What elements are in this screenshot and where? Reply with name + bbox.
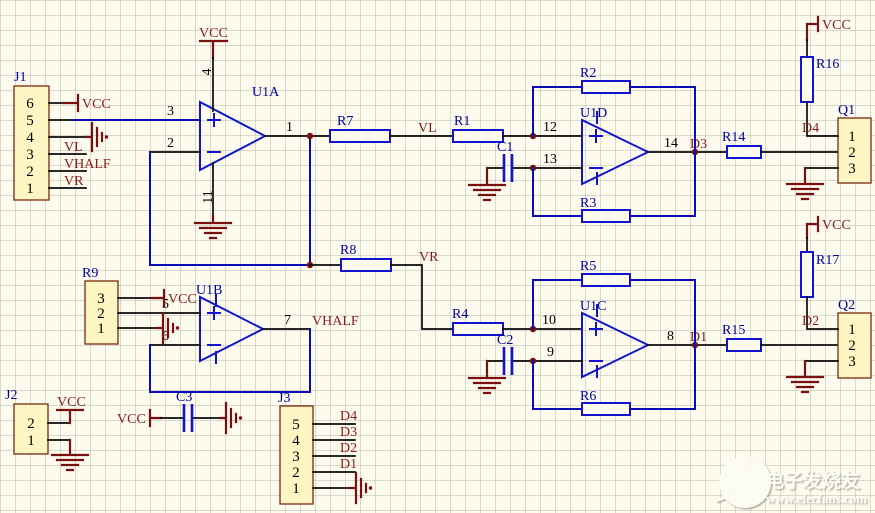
designator: J2 (5, 388, 17, 403)
designator: Q2 (838, 298, 855, 313)
pin-number: 5 (26, 113, 34, 129)
designator: R17 (816, 253, 839, 268)
pin-number: 10 (542, 313, 556, 328)
pin-number: 1 (97, 321, 105, 337)
pin-number: 1 (286, 120, 293, 135)
resistor-body (582, 210, 630, 222)
pin-number: 2 (167, 136, 174, 151)
pin-number: 2 (848, 338, 856, 354)
designator: U1B (196, 283, 222, 298)
pin-number: 3 (848, 354, 856, 370)
pin-number: 1 (26, 181, 34, 197)
designator: J1 (14, 70, 26, 85)
pin-number: 5 (292, 417, 300, 433)
schematic-canvas: J1 6 5 4 3 2 1 VCC VL VHALF VR U1A (0, 0, 875, 513)
net-label-d1: D1 (340, 457, 357, 472)
pin-number: 4 (26, 130, 34, 146)
resistor-body (330, 130, 390, 142)
junction-dot (307, 133, 313, 139)
pin-number: 7 (284, 313, 291, 328)
resistor-body (582, 403, 630, 415)
resistor-body (582, 274, 630, 286)
net-label-vl: VL (64, 140, 83, 155)
net-label-vcc: VCC (822, 18, 851, 33)
designator: R16 (816, 57, 839, 72)
pin-number: 2 (26, 164, 34, 180)
net-label-vr: VR (64, 174, 84, 189)
resistor-body (341, 259, 391, 271)
designator: R9 (82, 266, 98, 281)
pin-number: 12 (543, 120, 557, 135)
pin-number: 1 (848, 322, 856, 338)
pin-number: 11 (201, 190, 216, 203)
pin-number: 3 (26, 147, 34, 163)
net-label-d1: D1 (690, 330, 707, 345)
net-label-vcc: VCC (82, 97, 111, 112)
pin-number: 4 (292, 433, 300, 449)
designator: R7 (337, 114, 353, 129)
pin-number: 4 (200, 69, 215, 76)
resistor-body (582, 81, 630, 93)
designator: C3 (176, 390, 192, 405)
designator: R3 (580, 196, 596, 211)
designator: R14 (722, 130, 745, 145)
net-label-vhalf: VHALF (64, 157, 111, 172)
designator: U1C (580, 299, 606, 314)
designator: U1D (580, 106, 607, 121)
net-label-vl: VL (418, 121, 437, 136)
resistor-body (453, 130, 503, 142)
net-label-vcc: VCC (57, 395, 86, 410)
designator: C2 (497, 333, 513, 348)
pin-number: 2 (27, 416, 35, 432)
pin-number: 3 (167, 104, 174, 119)
pin-number: 1 (292, 481, 300, 497)
net-label-vcc: VCC (199, 26, 228, 41)
pin-number: 9 (547, 345, 554, 360)
resistor-body (453, 323, 503, 335)
pin-number: 14 (664, 136, 678, 151)
pin-number: 3 (848, 161, 856, 177)
net-label-vcc: VCC (117, 412, 146, 427)
designator: U1A (252, 85, 280, 100)
pin-number: 1 (848, 129, 856, 145)
schematic-page: J1 6 5 4 3 2 1 VCC VL VHALF VR U1A (0, 0, 875, 513)
designator: R5 (580, 259, 596, 274)
pin-number: 6 (26, 96, 34, 112)
designator: R6 (580, 389, 596, 404)
pin-number: 2 (97, 306, 105, 322)
net-label-vhalf: VHALF (312, 314, 359, 329)
pin-number: 3 (97, 291, 105, 307)
pin-number: 8 (667, 329, 674, 344)
designator: R4 (452, 307, 468, 322)
designator: J3 (278, 391, 290, 406)
net-label-vr: VR (419, 250, 439, 265)
designator: R2 (580, 66, 596, 81)
watermark-site: www.elecfans.com (766, 491, 867, 506)
watermark-brand: 电子发烧友 (765, 469, 860, 492)
pin-number: 13 (543, 152, 557, 167)
resistor-body (801, 252, 813, 297)
resistor-body (801, 57, 813, 102)
designator: C1 (497, 140, 513, 155)
net-label-d4: D4 (340, 409, 357, 424)
net-label-d2: D2 (340, 441, 357, 456)
resistor-body (727, 146, 761, 158)
net-label-d4: D4 (802, 121, 819, 136)
designator: R15 (722, 323, 745, 338)
pin-number: 1 (27, 433, 35, 449)
pin-number: 2 (292, 465, 300, 481)
net-label-vcc: VCC (822, 218, 851, 233)
pin-number: 3 (292, 449, 300, 465)
designator: R8 (340, 243, 356, 258)
net-label-vcc: VCC (168, 292, 197, 307)
designator: R1 (454, 114, 470, 129)
resistor-body (727, 339, 761, 351)
net-label-d3: D3 (340, 425, 357, 440)
pin-number: 2 (848, 145, 856, 161)
net-label-d3: D3 (690, 137, 707, 152)
designator: Q1 (838, 103, 855, 118)
net-label-d2: D2 (802, 314, 819, 329)
